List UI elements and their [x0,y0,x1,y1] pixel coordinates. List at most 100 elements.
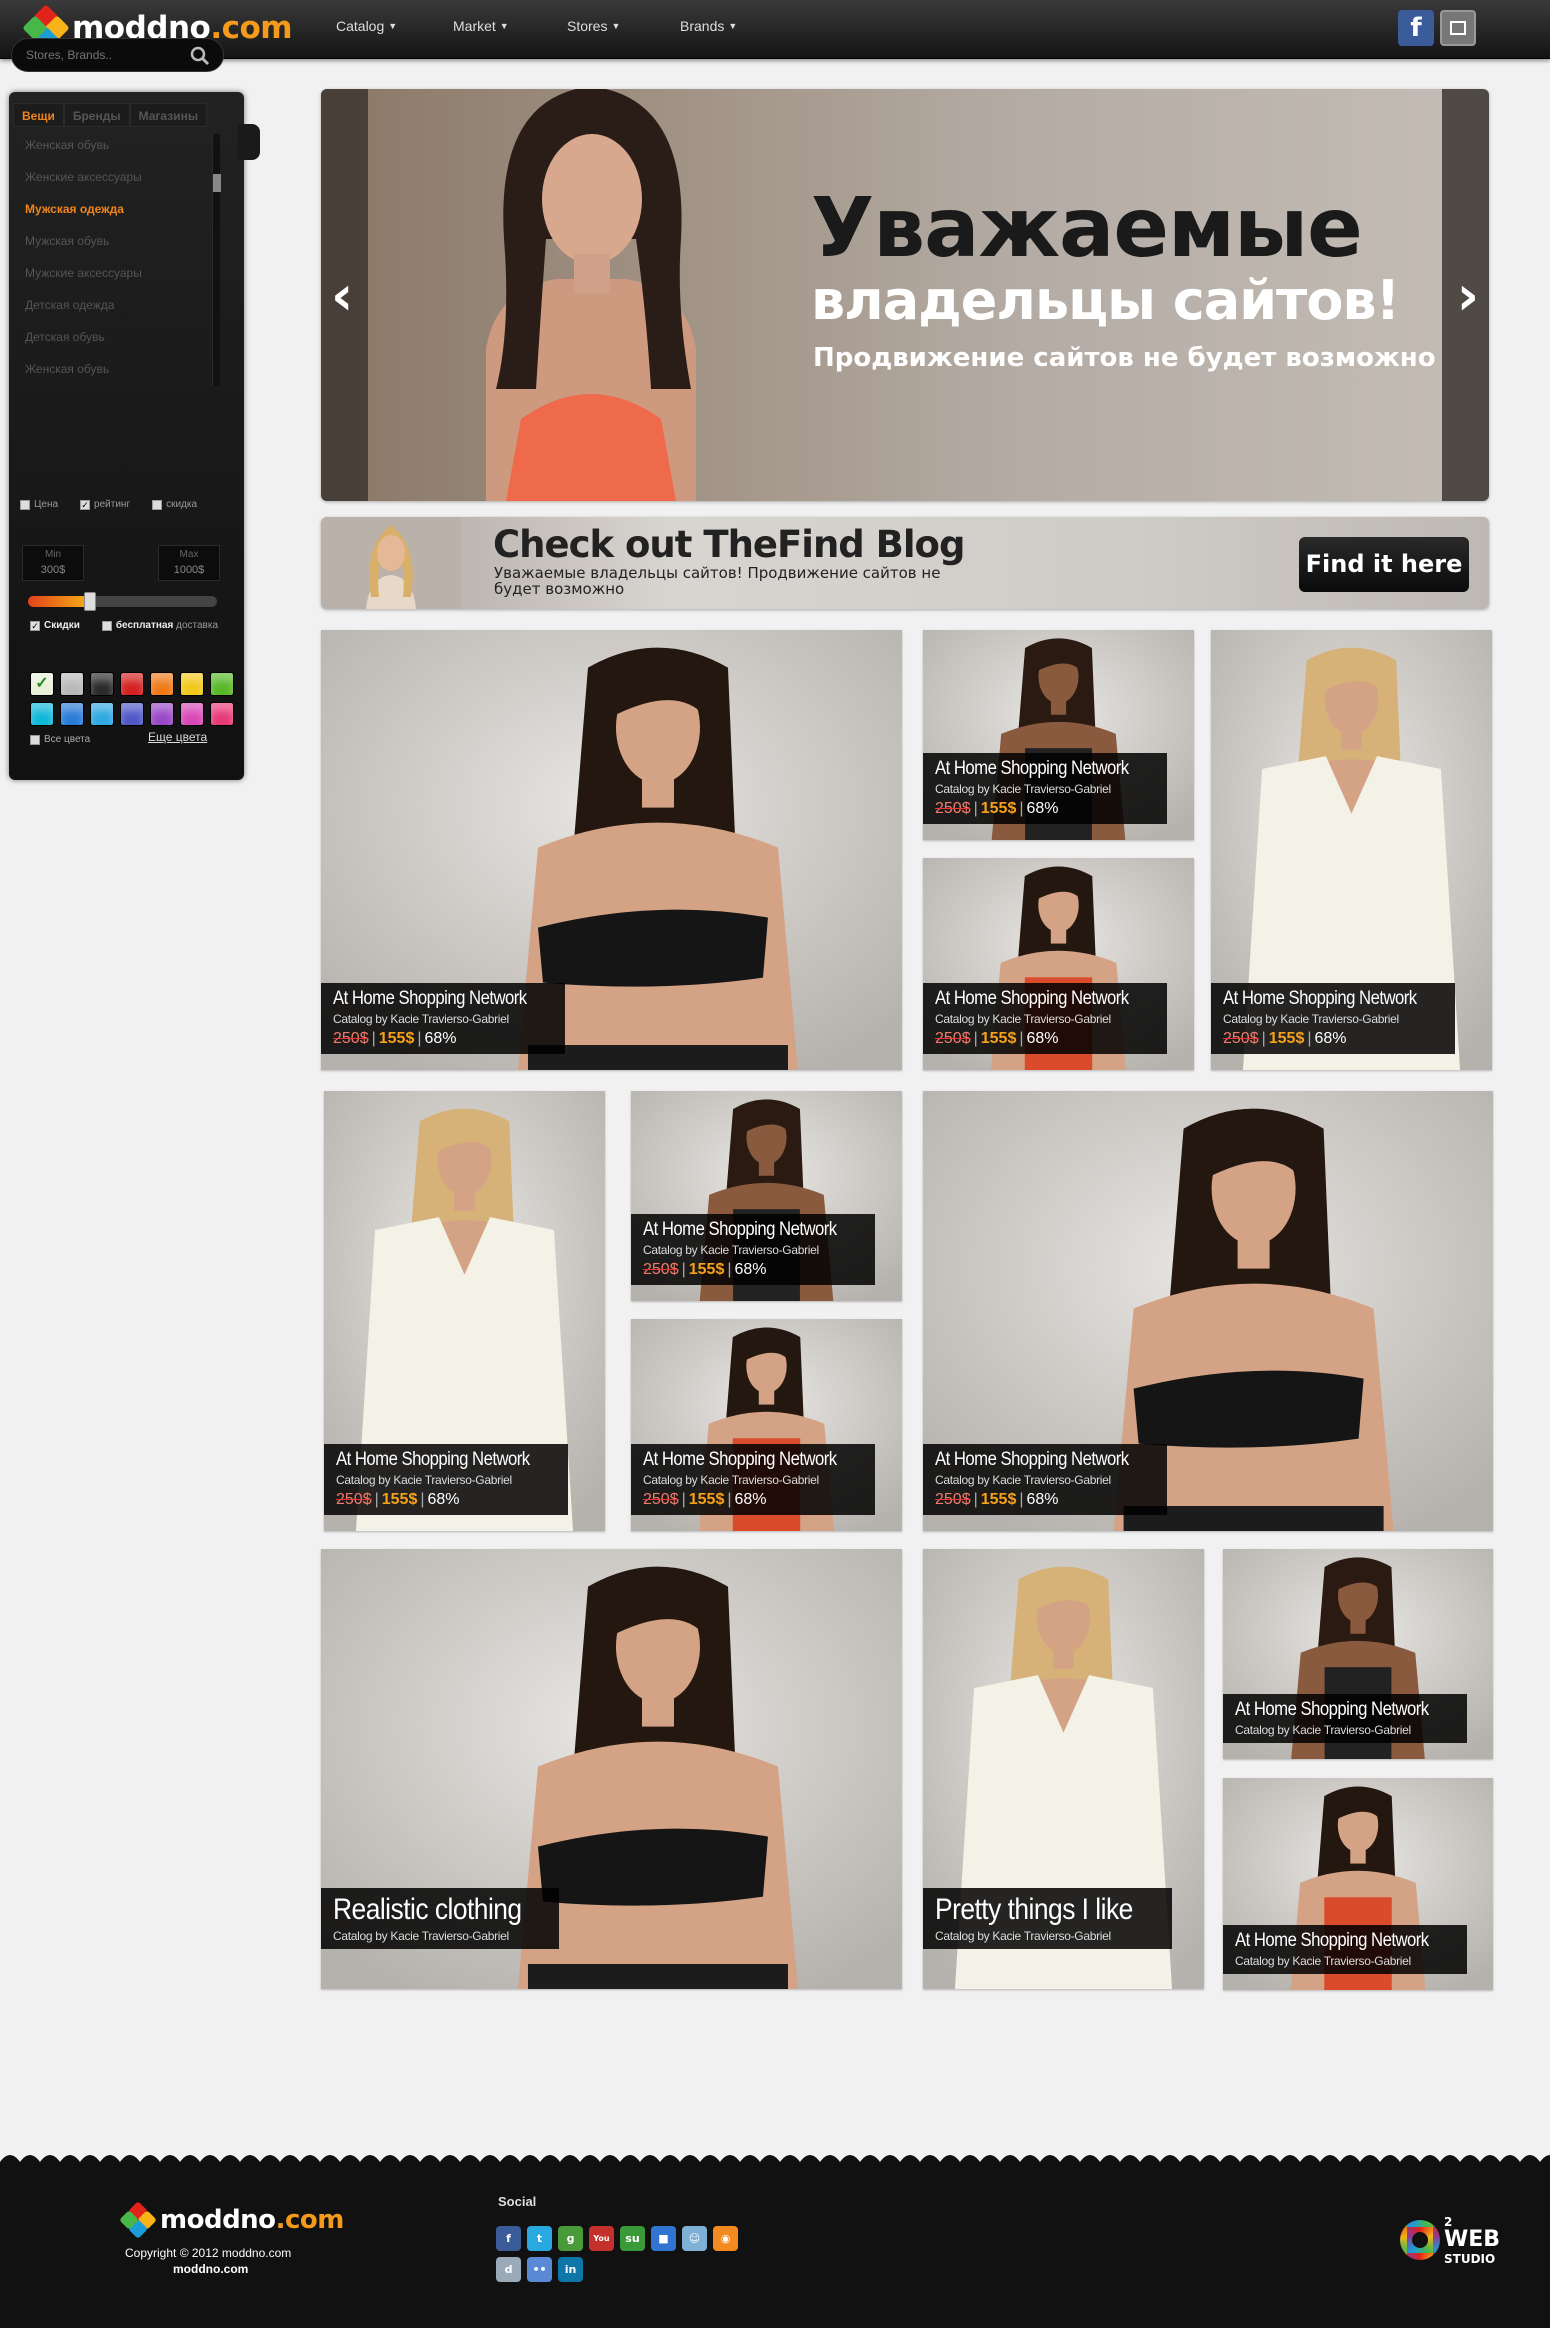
product-tile[interactable]: At Home Shopping Network Catalog by Kacie… [1211,630,1492,1070]
more-colors-link[interactable]: Еще цвета [148,730,207,744]
color-swatch[interactable] [60,672,84,696]
product-catalog-by: Catalog by Kacie Travierso-Gabriel [1235,1954,1411,1968]
product-title: At Home Shopping Network [1235,1699,1429,1720]
sidebar-tabs: Вещи Бренды Магазины [13,103,208,127]
sort-rating-checkbox[interactable]: ✓ рейтинг [80,499,130,510]
product-price: 250$ | 155$ | 68% [643,1491,767,1508]
product-catalog-by: Catalog by Kacie Travierso-Gabriel [336,1473,512,1487]
facebook-icon[interactable]: f [1398,10,1434,46]
tab-things[interactable]: Вещи [13,103,64,127]
blog-banner[interactable]: Check out TheFind Blog Уважаемые владель… [321,517,1489,609]
digg-icon[interactable]: d [496,2257,521,2282]
facebook-icon[interactable]: f [496,2226,521,2251]
category-scrollbar[interactable] [212,134,221,386]
discount-percent: 68% [734,1491,767,1508]
free-shipping-checkbox[interactable]: бесплатная доставка [101,620,218,631]
linkedin-icon[interactable]: in [558,2257,583,2282]
reddit-icon[interactable]: ☺ [682,2226,707,2251]
bookmark-icon[interactable] [1440,10,1476,46]
category-item[interactable]: Женская обувь [13,353,213,385]
nav-brands[interactable]: Brands ▼ [680,18,737,34]
scrollbar-thumb[interactable] [213,174,221,192]
product-tile[interactable]: At Home Shopping Network Catalog by Kacie… [923,1091,1493,1531]
color-swatch[interactable] [150,672,174,696]
footer-domain[interactable]: moddno.com [173,2262,248,2276]
product-tile[interactable]: At Home Shopping Network Catalog by Kacie… [923,630,1194,840]
category-item-active[interactable]: Мужская одежда [13,193,213,225]
color-swatch[interactable] [210,672,234,696]
new-price: 155$ [381,1491,418,1508]
category-item[interactable]: Мужские аксессуары [13,257,213,289]
product-tile[interactable]: At Home Shopping Network Catalog by Kacie… [321,630,902,1070]
product-tile[interactable]: At Home Shopping Network Catalog by Kacie… [923,858,1194,1070]
sidebar-toggle-handle[interactable] [238,124,260,160]
price-max-box[interactable]: Max 1000$ [158,545,220,581]
search-icon[interactable] [190,46,210,66]
nav-market[interactable]: Market ▼ [453,18,509,34]
color-swatch[interactable] [30,702,54,726]
studio-logo[interactable]: 2 WEB STUDIO [1400,2214,1500,2266]
delicious-icon[interactable]: ■ [651,2226,676,2251]
twitter-icon[interactable]: t [527,2226,552,2251]
tab-brands[interactable]: Бренды [63,103,130,127]
product-tile[interactable]: At Home Shopping Network Catalog by Kacie… [1223,1778,1493,1990]
color-swatch[interactable] [120,702,144,726]
stumbleupon-icon[interactable]: su [620,2226,645,2251]
caret-down-icon: ▼ [388,21,398,31]
category-item[interactable]: Детская обувь [13,321,213,353]
price-min-box[interactable]: Min 300$ [22,545,84,581]
nav-stores[interactable]: Stores ▼ [567,18,620,34]
logo-domain: .com [210,10,293,46]
color-swatch-selected[interactable]: ✓ [30,672,54,696]
old-price: 250$ [935,800,971,817]
sort-discount-checkbox[interactable]: скидка [152,499,197,510]
find-it-here-button[interactable]: Find it here [1299,537,1469,592]
rss-icon[interactable]: ◉ [713,2226,738,2251]
sort-price-label: Цена [34,499,59,510]
product-caption: At Home Shopping Network Catalog by Kacie… [321,983,566,1054]
color-swatch[interactable] [90,672,114,696]
chevron-left-icon[interactable]: ‹ [331,264,353,327]
color-swatch[interactable] [180,702,204,726]
checkbox-checked-icon: ✓ [30,620,40,631]
sort-price-checkbox[interactable]: Цена [20,499,58,510]
discount-percent: 68% [734,1261,767,1278]
category-item[interactable]: Мужская обувь [13,225,213,257]
product-tile[interactable]: Realistic clothing Catalog by Kacie Travi… [321,1549,902,1989]
category-item[interactable]: Женская обувь [13,129,213,161]
category-item[interactable]: Женские аксессуары [13,161,213,193]
product-tile[interactable]: At Home Shopping Network Catalog by Kacie… [631,1091,902,1301]
all-colors-checkbox[interactable]: Все цвета [30,734,90,745]
blog-title: Check out TheFind Blog [493,523,965,566]
color-swatch[interactable] [150,702,174,726]
hero-title: Уважаемые [811,181,1363,276]
nav-brands-label: Brands [680,18,725,34]
slider-handle[interactable] [84,592,97,611]
product-tile[interactable]: At Home Shopping Network Catalog by Kacie… [324,1091,605,1531]
caret-down-icon: ▼ [728,21,738,31]
color-swatch[interactable] [120,672,144,696]
youtube-icon[interactable]: You [589,2226,614,2251]
discounts-checkbox[interactable]: ✓ Скидки [30,620,80,631]
color-swatch[interactable] [180,672,204,696]
blog-thumbnail-photo [321,517,461,609]
google-plus-icon[interactable]: g [558,2226,583,2251]
chevron-right-icon[interactable]: › [1457,264,1479,327]
nav-catalog-label: Catalog [336,18,385,34]
sort-rating-label: рейтинг [94,499,131,510]
product-tile[interactable]: At Home Shopping Network Catalog by Kacie… [1223,1549,1493,1759]
category-item[interactable]: Детская одежда [13,289,213,321]
price-range-slider[interactable] [28,592,217,611]
color-swatch[interactable] [90,702,114,726]
product-title: At Home Shopping Network [935,988,1129,1009]
old-price: 250$ [1223,1030,1259,1047]
flickr-icon[interactable]: •• [527,2257,552,2282]
footer-logo[interactable]: moddno .com [119,2201,344,2239]
color-swatch[interactable] [210,702,234,726]
caret-down-icon: ▼ [611,21,621,31]
nav-catalog[interactable]: Catalog ▼ [336,18,397,34]
tab-stores[interactable]: Магазины [129,103,208,127]
product-tile[interactable]: Pretty things I like Catalog by Kacie Tra… [923,1549,1204,1989]
product-tile[interactable]: At Home Shopping Network Catalog by Kacie… [631,1319,902,1531]
color-swatch[interactable] [60,702,84,726]
